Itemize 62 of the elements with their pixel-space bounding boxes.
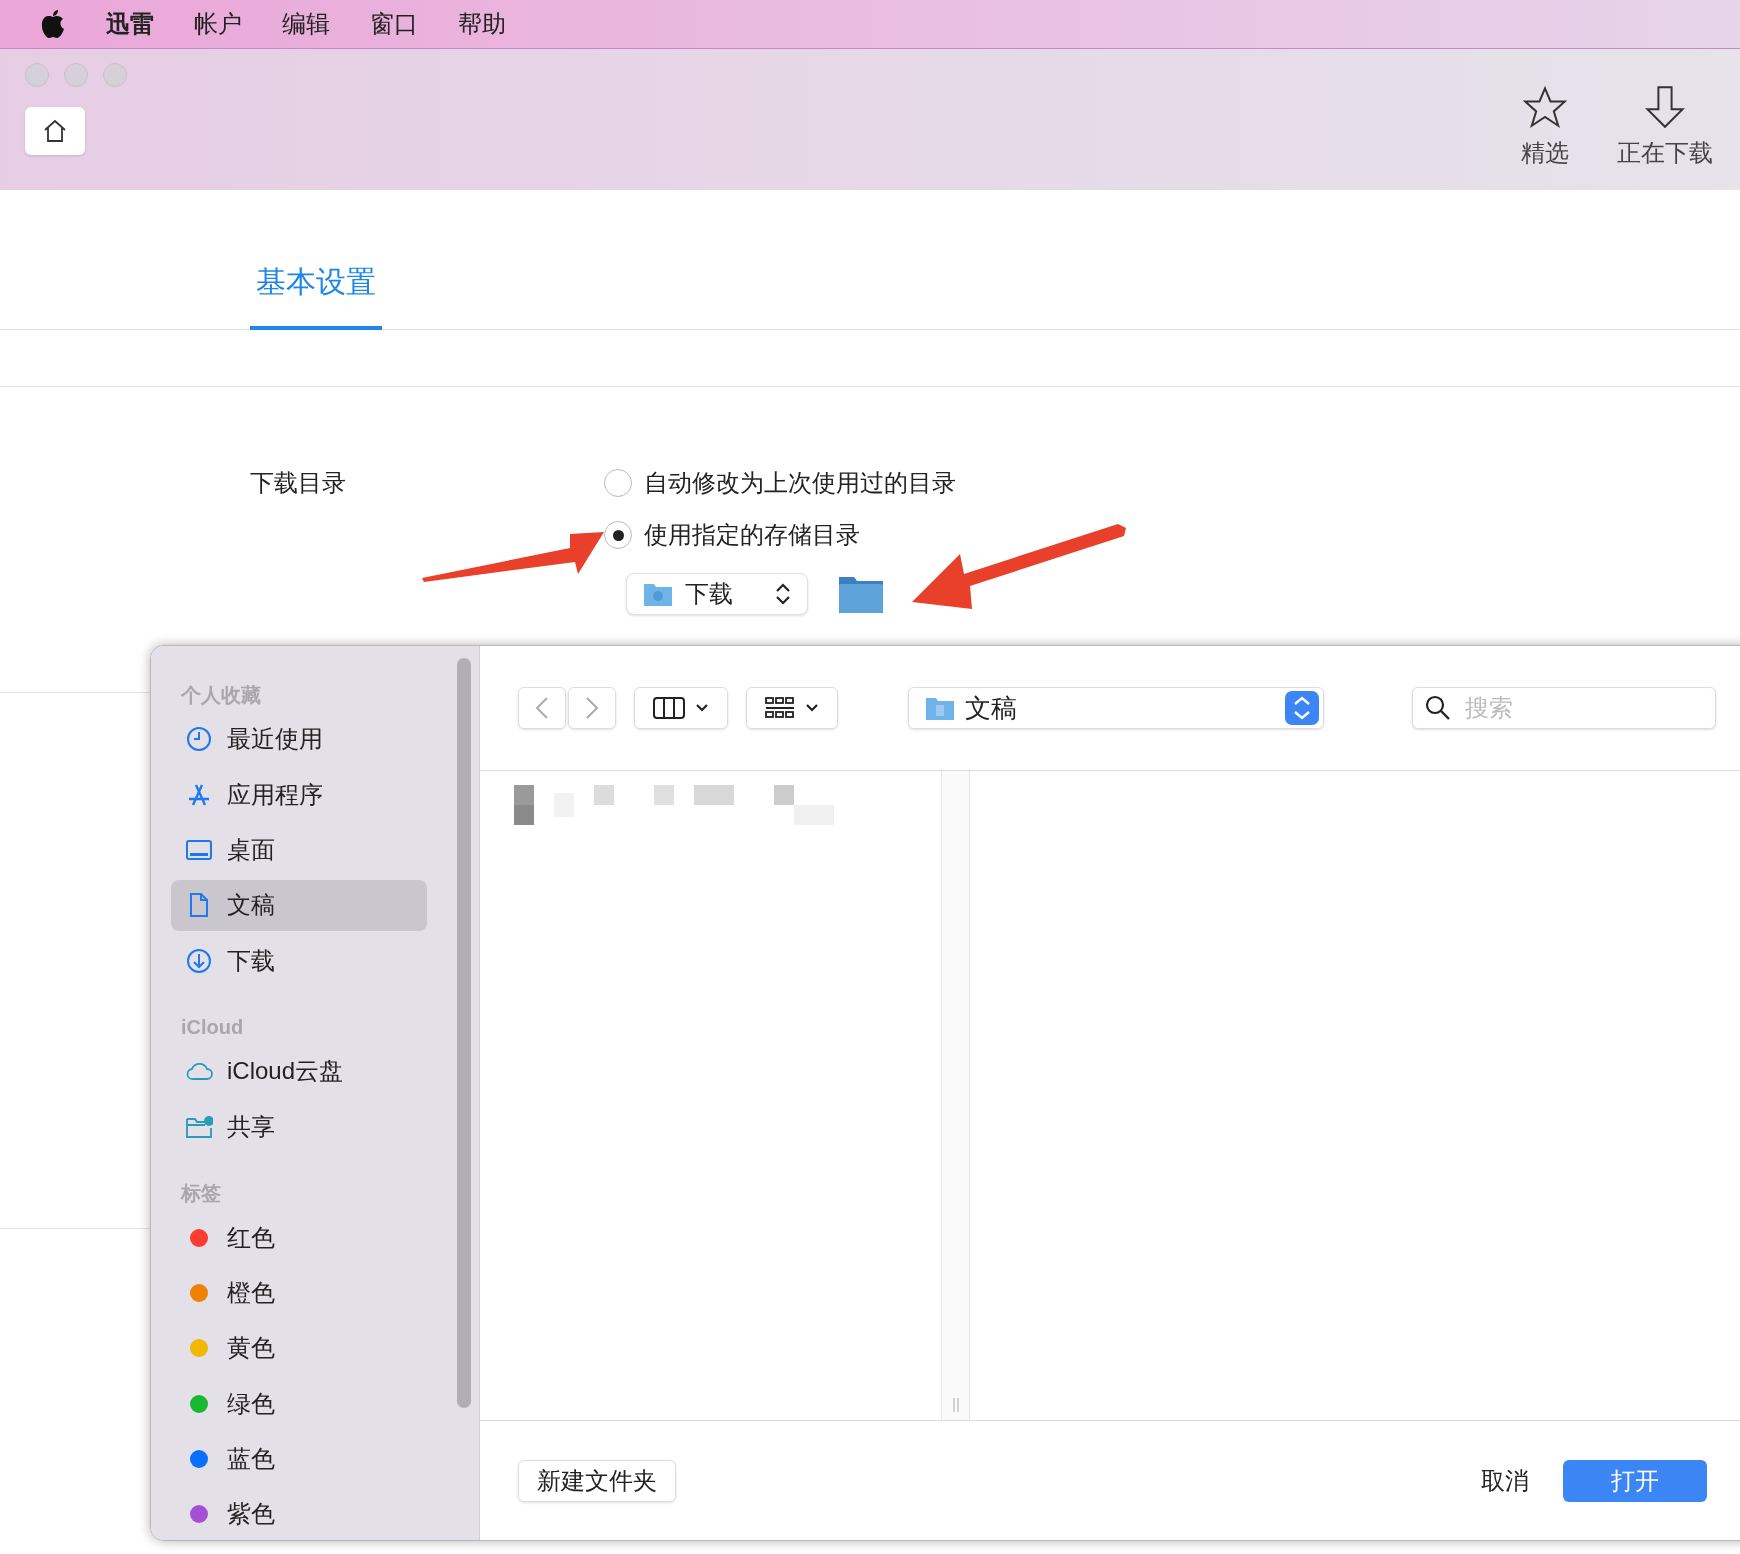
- sidebar-item[interactable]: 紫色: [171, 1488, 427, 1540]
- download-folder-icon: [643, 581, 673, 607]
- sidebar-item[interactable]: 红色: [171, 1212, 427, 1264]
- home-button[interactable]: [25, 107, 85, 155]
- columns-icon: [653, 696, 685, 720]
- radio-button[interactable]: [604, 469, 632, 497]
- sidebar-item[interactable]: 桌面: [171, 824, 427, 876]
- cancel-button[interactable]: 取消: [1459, 1459, 1551, 1502]
- sidebar-item[interactable]: 共享: [171, 1101, 427, 1153]
- menu-item[interactable]: 帮助: [458, 6, 506, 42]
- folder-popup[interactable]: 下载: [626, 573, 808, 615]
- clock-icon: [185, 725, 213, 754]
- grid-icon: [765, 696, 795, 720]
- radio-button[interactable]: [604, 521, 632, 549]
- view-mode-button[interactable]: [634, 687, 728, 729]
- folder-icon[interactable]: [838, 574, 884, 614]
- sidebar-section-title: iCloud: [180, 1014, 245, 1040]
- new-folder-button[interactable]: 新建文件夹: [518, 1459, 676, 1502]
- sidebar-item[interactable]: 最近使用: [171, 713, 427, 765]
- menu-item[interactable]: 帐户: [194, 6, 242, 42]
- sidebar-item[interactable]: 蓝色: [171, 1433, 427, 1485]
- sidebar-item[interactable]: 橙色: [171, 1267, 427, 1319]
- sidebar-item[interactable]: 下载: [171, 934, 427, 987]
- apple-logo-icon[interactable]: [40, 9, 66, 39]
- chevron-right-icon: [585, 696, 599, 720]
- settings-tab[interactable]: 基本设置: [250, 259, 382, 330]
- option-label: 自动修改为上次使用过的目录: [644, 468, 956, 498]
- sidebar-scrollbar[interactable]: [457, 658, 471, 1408]
- close-button[interactable]: [25, 63, 49, 87]
- down-arrow-icon: [1643, 85, 1687, 129]
- app-menu[interactable]: 迅雷: [106, 6, 154, 42]
- home-icon: [42, 118, 68, 144]
- search-field[interactable]: 搜索: [1412, 687, 1716, 729]
- stepper-icon: [1285, 691, 1319, 725]
- menu-item[interactable]: 窗口: [370, 6, 418, 42]
- sidebar-item[interactable]: iCloud云盘: [171, 1045, 427, 1098]
- stepper-icon: [775, 582, 791, 606]
- sidebar-item[interactable]: 绿色: [171, 1377, 427, 1430]
- chevron-left-icon: [535, 696, 549, 720]
- zoom-button[interactable]: [103, 63, 127, 87]
- sidebar-item[interactable]: 黄色: [171, 1322, 427, 1374]
- setting-label: 下载目录: [250, 468, 346, 498]
- star-icon: [1523, 85, 1567, 129]
- sidebar-item[interactable]: 应用程序: [171, 768, 427, 821]
- chevron-down-icon: [805, 703, 819, 713]
- folder-icon: [925, 695, 955, 721]
- minimize-button[interactable]: [64, 63, 88, 87]
- toolbar-button[interactable]: 精选: [1521, 85, 1569, 190]
- back-button[interactable]: [518, 687, 566, 729]
- chevron-down-icon: [695, 703, 709, 713]
- download-icon: [185, 946, 213, 975]
- sidebar-section-title: 个人收藏: [180, 682, 262, 708]
- location-popup[interactable]: 文稿: [908, 687, 1324, 729]
- open-button[interactable]: 打开: [1563, 1459, 1707, 1502]
- option-label: 使用指定的存储目录: [644, 520, 860, 550]
- column-resize-handle[interactable]: [950, 1398, 961, 1412]
- group-button[interactable]: [746, 687, 838, 729]
- forward-button[interactable]: [568, 687, 616, 729]
- menu-item[interactable]: 编辑: [282, 6, 330, 42]
- sidebar-section-title: 标签: [179, 1181, 222, 1206]
- toolbar-button[interactable]: 正在下载: [1617, 85, 1713, 190]
- sidebar-item[interactable]: 文稿: [171, 879, 427, 931]
